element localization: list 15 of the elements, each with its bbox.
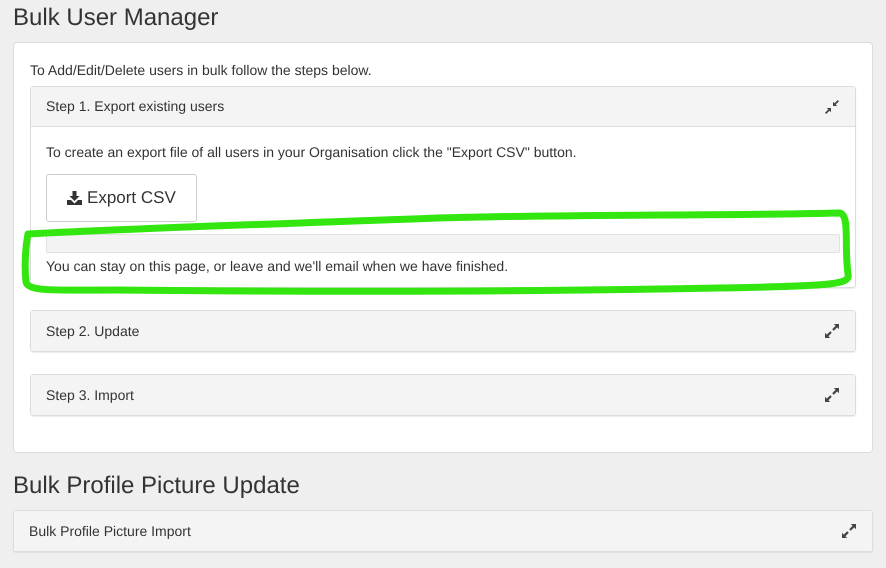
panel-header[interactable]: Bulk Profile Picture Import [14,511,872,551]
note-text: You can stay on this page, or leave and we'll email when we have finished. [46,257,510,276]
panel-header[interactable]: Step 3. Import [31,375,855,415]
expand-icon[interactable] [824,323,840,339]
download-icon [67,191,82,205]
expand-icon[interactable] [824,387,840,403]
panel-header[interactable]: Step 1. Export existing users [31,87,855,127]
instruction-text: To create an export file of all users in your Organisation click the "Export CSV" button. [46,143,578,162]
section-title: Bulk User Manager [13,4,220,32]
panel-header[interactable]: Step 2. Update [31,311,855,351]
expand-icon[interactable] [841,523,857,539]
export-button[interactable]: Export CSV [46,174,197,222]
section-title: Bulk Profile Picture Update [13,472,301,500]
collapse-icon[interactable] [824,98,840,114]
intro-text: To Add/Edit/Delete users in bulk follow the steps below. [30,61,373,80]
